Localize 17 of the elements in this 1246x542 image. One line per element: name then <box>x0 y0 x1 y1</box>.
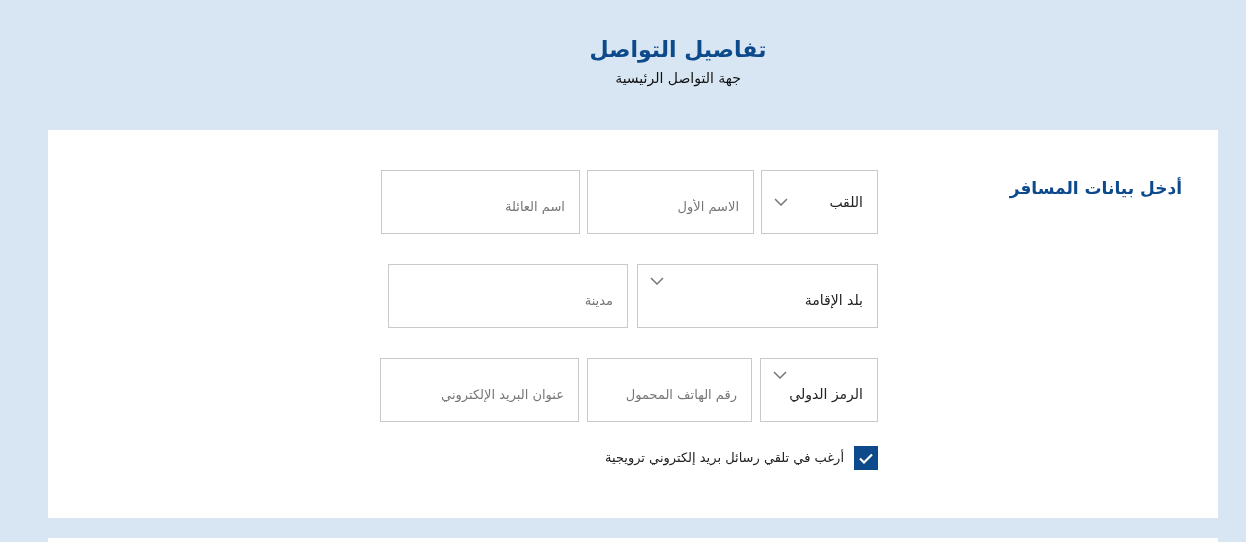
caret-icon <box>650 277 664 285</box>
dropdown[interactable]: الرمز الدولي <box>760 358 878 422</box>
check-icon <box>859 452 873 464</box>
input-field[interactable]: مدينة <box>388 264 628 328</box>
caret-icon <box>774 198 788 206</box>
caret-icon <box>773 371 787 379</box>
dropdown[interactable]: بلد الإقامة <box>637 264 878 328</box>
input-field[interactable]: رقم الهاتف المحمول <box>587 358 752 422</box>
section-title: أدخل بيانات المسافر <box>1009 178 1182 198</box>
input-field[interactable]: عنوان البريد الإلكتروني <box>380 358 579 422</box>
dropdown[interactable]: اللقب <box>761 170 878 234</box>
input-field[interactable]: اسم العائلة <box>381 170 580 234</box>
page-subtitle: جهة التواصل الرئيسية <box>615 68 741 89</box>
checkbox[interactable] <box>854 446 878 470</box>
page-title: تفاصيل التواصل <box>589 36 767 64</box>
checkbox-label: أرغب في تلقي رسائل بريد إلكتروني ترويجية <box>605 448 844 468</box>
input-field[interactable]: الاسم الأول <box>587 170 754 234</box>
